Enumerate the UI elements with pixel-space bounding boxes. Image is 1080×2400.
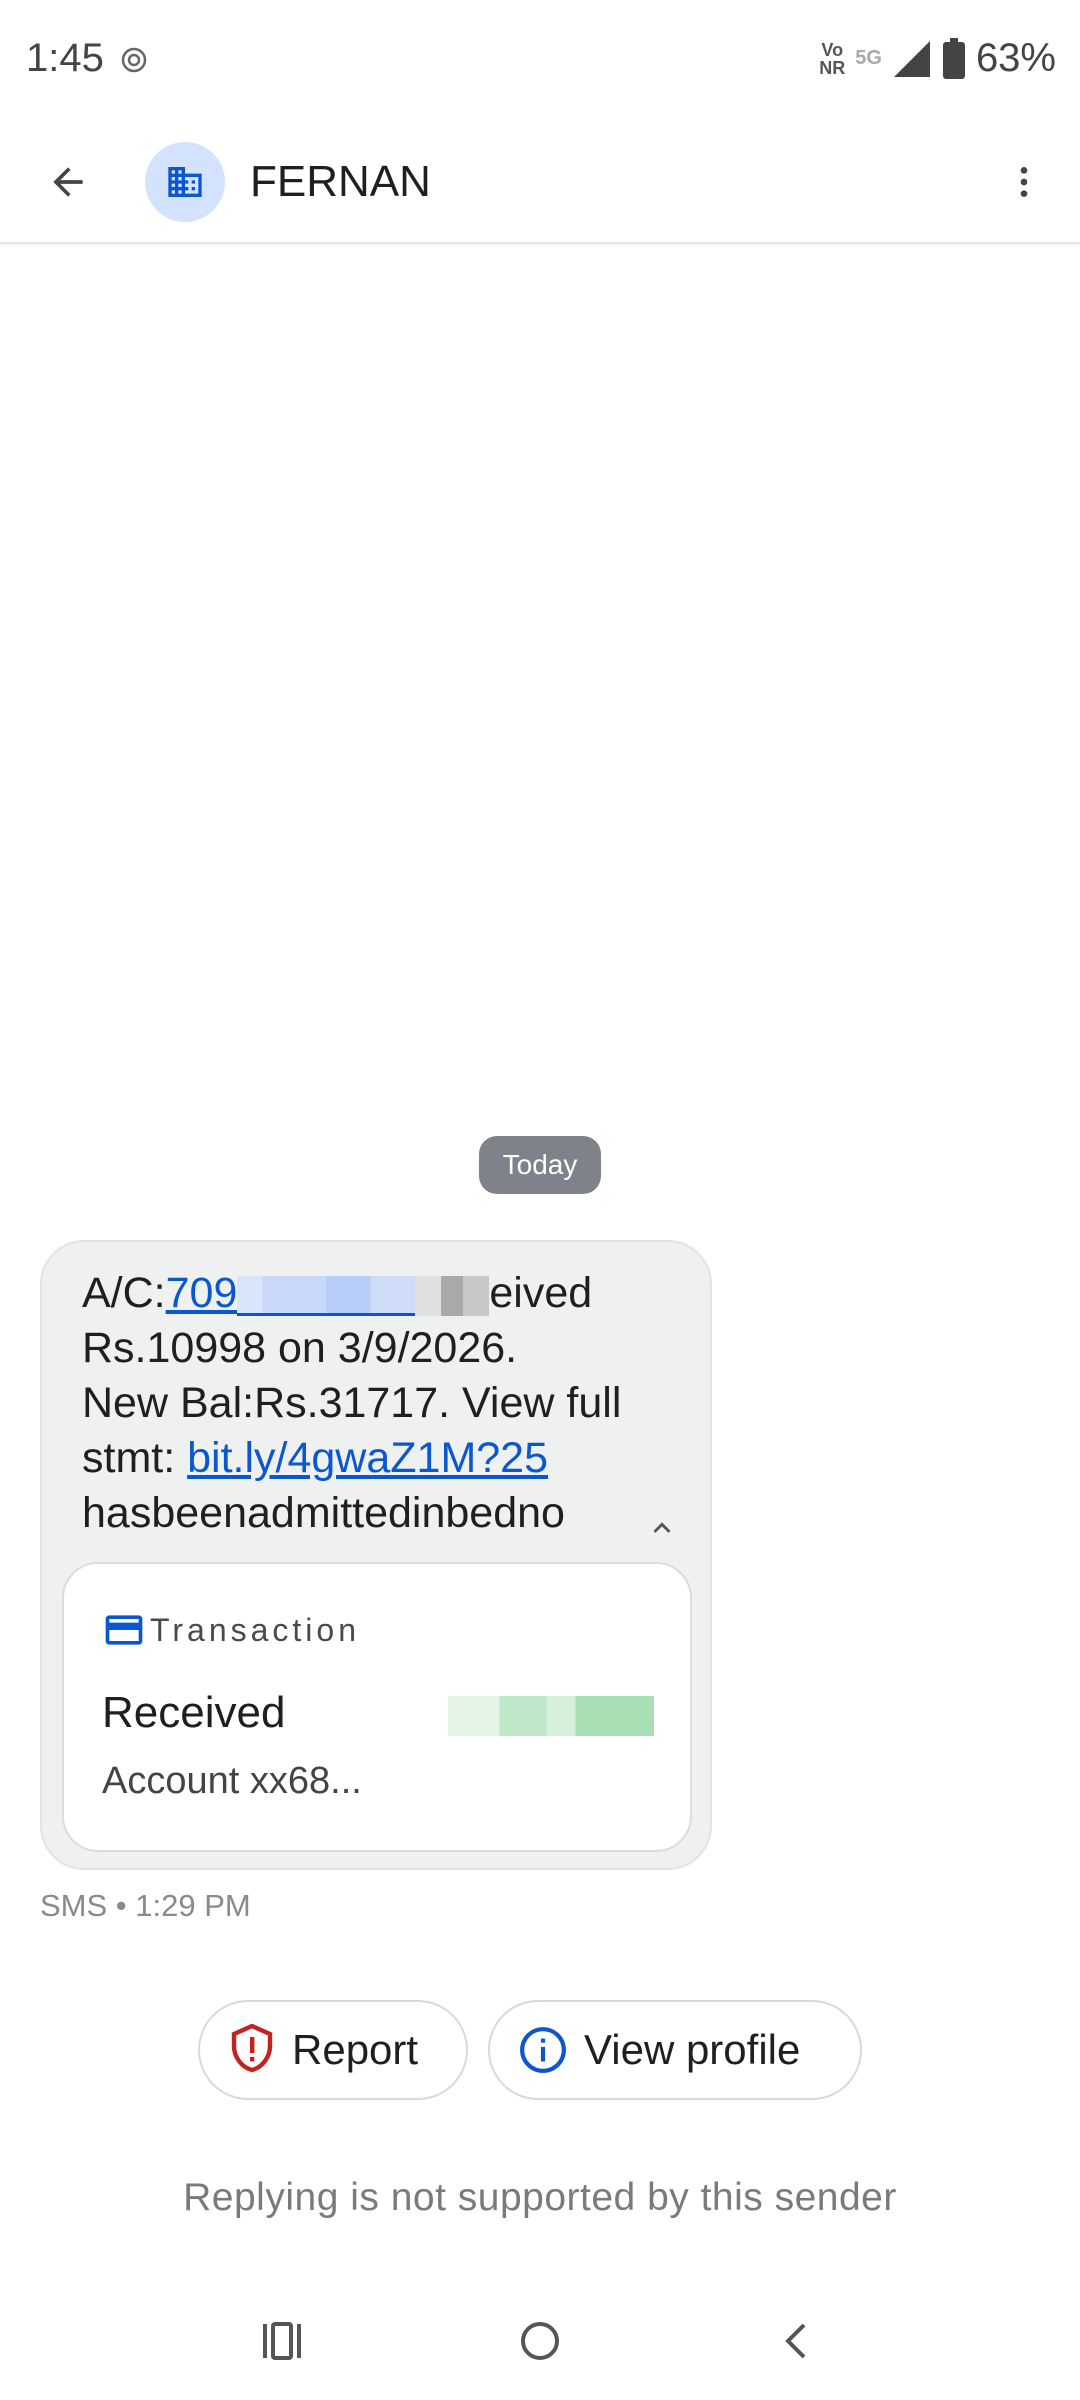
conversation-header: FERNAN <box>0 120 1080 244</box>
building-icon <box>168 167 202 197</box>
arrow-back-icon <box>53 167 83 197</box>
network-type-icon: 5G <box>855 47 882 69</box>
status-time: 1:45 <box>26 36 104 80</box>
transaction-status: Received <box>102 1688 286 1737</box>
message-line-1: A/C:709 eived <box>82 1269 593 1317</box>
redacted-text <box>415 1275 490 1316</box>
recents-button[interactable] <box>242 2306 322 2376</box>
message-line-5: hasbeenadmittedinbedno <box>82 1489 565 1537</box>
home-button[interactable] <box>500 2306 580 2376</box>
transaction-header: Transaction <box>102 1608 360 1652</box>
transaction-card[interactable]: Transaction Received Account xx68... <box>62 1562 692 1852</box>
signal-icon <box>893 40 930 77</box>
back-button[interactable] <box>36 150 100 214</box>
status-indicators: Vo NR 5G 63% <box>819 36 1056 81</box>
redacted-link <box>237 1275 416 1316</box>
volte-icon: Vo NR <box>819 39 846 78</box>
more-vert-icon <box>1020 167 1028 197</box>
avatar[interactable] <box>145 142 225 222</box>
report-shield-icon <box>231 2024 273 2073</box>
message-line-3: New Bal:Rs.31717. View full <box>82 1379 622 1427</box>
message-bubble[interactable]: A/C:709 eived Rs.10998 on 3/9/2026. New B… <box>40 1240 712 1870</box>
home-icon <box>521 2322 559 2360</box>
system-navigation-bar <box>0 2280 1080 2400</box>
message-line-2: Rs.10998 on 3/9/2026. <box>82 1324 518 1372</box>
more-options-button[interactable] <box>992 150 1056 214</box>
contact-name[interactable]: FERNAN <box>250 150 431 214</box>
message-metadata: SMS • 1:29 PM <box>40 1888 251 1923</box>
report-button[interactable]: Report <box>198 2000 468 2100</box>
collapse-message-button[interactable] <box>638 1504 686 1552</box>
credit-card-icon <box>105 1615 143 1645</box>
app-notification-icon <box>121 47 147 73</box>
message-text: A/C:709 eived Rs.10998 on 3/9/2026. New B… <box>82 1266 682 1541</box>
statement-link[interactable]: bit.ly/4gwaZ1M?25 <box>187 1434 548 1482</box>
message-line-4: stmt: bit.ly/4gwaZ1M?25 <box>82 1434 549 1482</box>
transaction-account: Account xx68... <box>102 1760 362 1802</box>
info-icon <box>520 2027 566 2073</box>
battery-percent: 63% <box>975 36 1056 80</box>
date-divider: Today <box>479 1136 601 1194</box>
chevron-up-icon <box>653 1522 671 1533</box>
battery-icon <box>942 37 965 79</box>
recents-icon <box>263 2322 301 2360</box>
nav-back-button[interactable] <box>756 2306 836 2376</box>
view-profile-button[interactable]: View profile <box>488 2000 862 2100</box>
status-bar: 1:45 Vo NR 5G 63% <box>0 0 1080 120</box>
reply-not-supported-note: Replying is not supported by this sender <box>183 2176 897 2219</box>
account-link[interactable]: 709 <box>166 1269 238 1317</box>
report-label: Report <box>292 2026 419 2073</box>
view-profile-label: View profile <box>584 2026 801 2073</box>
transaction-title: Transaction <box>150 1611 360 1648</box>
redacted-amount <box>448 1696 654 1736</box>
chevron-left-icon <box>785 2323 806 2359</box>
